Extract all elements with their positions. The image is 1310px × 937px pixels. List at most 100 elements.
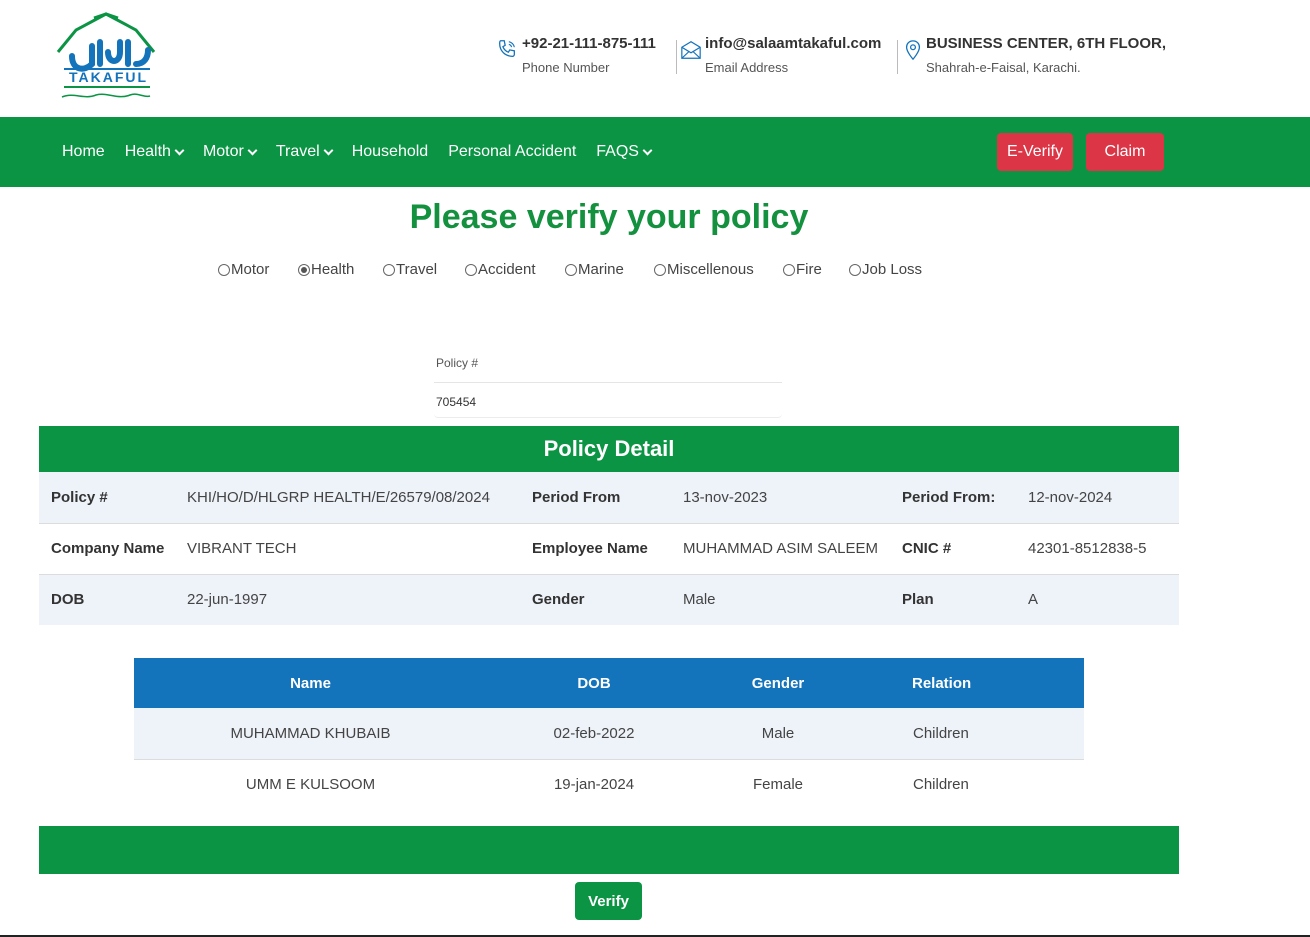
salaam-takaful-logo[interactable]: TAKAFUL (54, 12, 158, 104)
phone-icon (499, 40, 515, 57)
radio-button[interactable] (783, 263, 795, 276)
detail-key: Period From: (902, 488, 996, 506)
email-address[interactable]: info@salaamtakaful.com (705, 35, 881, 52)
address-line-2: Shahrah-e-Faisal, Karachi. (926, 60, 1081, 75)
detail-key: Plan (902, 591, 934, 609)
radio-health[interactable]: Health (298, 261, 354, 278)
envelope-icon (681, 41, 701, 59)
contact-phone[interactable]: +92-21-111-875-111 Phone Number (496, 34, 668, 80)
detail-value: Male (683, 591, 716, 609)
detail-key: Period From (532, 488, 621, 506)
main-nav: Home Health Motor Travel Household Perso… (0, 117, 1310, 187)
radio-label: Miscellenous (667, 261, 754, 278)
detail-value: VIBRANT TECH (187, 540, 297, 557)
radio-button[interactable] (654, 263, 666, 276)
table-header-row: Name DOB Gender Relation (134, 658, 1084, 708)
radio-label: Job Loss (862, 261, 923, 278)
chevron-down-icon (642, 145, 653, 155)
contact-divider (897, 40, 898, 74)
top-header: TAKAFUL +92-21-111-875-111 Phone Number … (0, 0, 1310, 117)
logo-graphic: TAKAFUL (56, 12, 156, 98)
nav-item-label: Household (351, 143, 429, 160)
radio-miscellenous[interactable]: Miscellenous (654, 261, 754, 278)
radio-button[interactable] (218, 263, 230, 276)
detail-key: Gender (532, 591, 585, 609)
nav-item-faqs[interactable]: FAQS (586, 143, 661, 161)
nav-item-label: Personal Accident (448, 143, 577, 160)
member-relation: Children (913, 776, 969, 794)
nav-item-household[interactable]: Household (342, 143, 439, 161)
radio-motor[interactable]: Motor (218, 261, 269, 278)
policy-detail-heading: Policy Detail (39, 426, 1179, 472)
radio-button[interactable] (849, 263, 861, 276)
address-line-1: BUSINESS CENTER, 6TH FLOOR, (926, 35, 1167, 52)
map-pin-icon (905, 40, 921, 61)
nav-item-label: FAQS (596, 143, 639, 160)
column-header: Gender (701, 658, 855, 708)
nav-item-label: Health (124, 143, 171, 160)
contact-email[interactable]: info@salaamtakaful.com Email Address (680, 34, 890, 80)
column-header: Name (134, 658, 487, 708)
table-row: Policy # KHI/HO/D/HLGRP HEALTH/E/26579/0… (39, 472, 1179, 523)
verify-button[interactable]: Verify (575, 882, 642, 920)
member-name: MUHAMMAD KHUBAIB (134, 708, 487, 760)
member-gender: Male (701, 708, 855, 760)
radio-button-selected[interactable] (298, 263, 310, 276)
detail-value: 22-jun-1997 (187, 591, 268, 609)
table-row: UMM E KULSOOM 19-jan-2024 Female Childre… (134, 759, 1084, 810)
nav-menu: Home Health Motor Travel Household Perso… (52, 117, 661, 187)
member-relation: Children (855, 708, 1084, 760)
radio-accident[interactable]: Accident (465, 261, 536, 278)
member-gender: Female (752, 776, 804, 794)
radio-fire[interactable]: Fire (783, 261, 822, 278)
detail-value: 12-nov-2024 (1028, 488, 1113, 506)
radio-travel[interactable]: Travel (383, 261, 437, 278)
policy-number-input[interactable] (434, 386, 782, 418)
detail-key: DOB (51, 591, 85, 609)
email-label: Email Address (705, 60, 789, 75)
phone-number[interactable]: +92-21-111-875-111 (522, 35, 656, 52)
detail-key: Employee Name (532, 540, 648, 557)
detail-value: MUHAMMAD ASIM SALEEM (683, 540, 879, 557)
chevron-down-icon (174, 145, 185, 155)
radio-label: Fire (796, 261, 822, 278)
footer-bar (39, 826, 1179, 874)
nav-item-home[interactable]: Home (52, 143, 115, 161)
detail-value: 13-nov-2023 (683, 488, 768, 506)
table-row: Company Name VIBRANT TECH Employee Name … (39, 523, 1179, 574)
members-table: Name DOB Gender Relation MUHAMMAD KHUBAI… (134, 658, 1084, 810)
radio-label: Marine (578, 261, 624, 278)
member-dob: 02-feb-2022 (487, 708, 701, 760)
e-verify-button[interactable]: E-Verify (997, 133, 1073, 171)
column-header: DOB (487, 658, 701, 708)
table-row: MUHAMMAD KHUBAIB 02-feb-2022 Male Childr… (134, 708, 1084, 760)
radio-label: Accident (478, 261, 536, 278)
nav-item-health[interactable]: Health (115, 143, 193, 161)
nav-item-label: Motor (202, 143, 244, 160)
nav-item-personal-accident[interactable]: Personal Accident (438, 143, 586, 161)
radio-label: Health (311, 261, 355, 278)
nav-item-motor[interactable]: Motor (193, 143, 266, 161)
detail-key: CNIC # (902, 540, 952, 557)
policy-detail-table: Policy # KHI/HO/D/HLGRP HEALTH/E/26579/0… (39, 472, 1179, 625)
field-divider (434, 382, 782, 383)
contact-address: BUSINESS CENTER, 6TH FLOOR, Shahrah-e-Fa… (902, 34, 1166, 80)
detail-value: KHI/HO/D/HLGRP HEALTH/E/26579/08/2024 (187, 488, 490, 506)
policy-number-label: Policy # (436, 356, 479, 370)
detail-value: 42301-8512838-5 (1028, 540, 1147, 557)
nav-item-label: Travel (275, 143, 320, 160)
claim-button[interactable]: Claim (1086, 133, 1164, 171)
detail-value: A (1028, 591, 1039, 609)
table-row: DOB 22-jun-1997 Gender Male Plan A (39, 574, 1179, 625)
nav-item-travel[interactable]: Travel (266, 143, 342, 161)
radio-button[interactable] (565, 263, 577, 276)
chevron-down-icon (323, 145, 334, 155)
member-name: UMM E KULSOOM (245, 776, 376, 794)
chevron-down-icon (247, 145, 258, 155)
detail-key: Company Name (51, 540, 165, 557)
radio-button[interactable] (465, 263, 477, 276)
detail-key: Policy # (51, 488, 108, 506)
radio-marine[interactable]: Marine (565, 261, 624, 278)
radio-button[interactable] (383, 263, 395, 276)
radio-job-loss[interactable]: Job Loss (849, 261, 922, 278)
